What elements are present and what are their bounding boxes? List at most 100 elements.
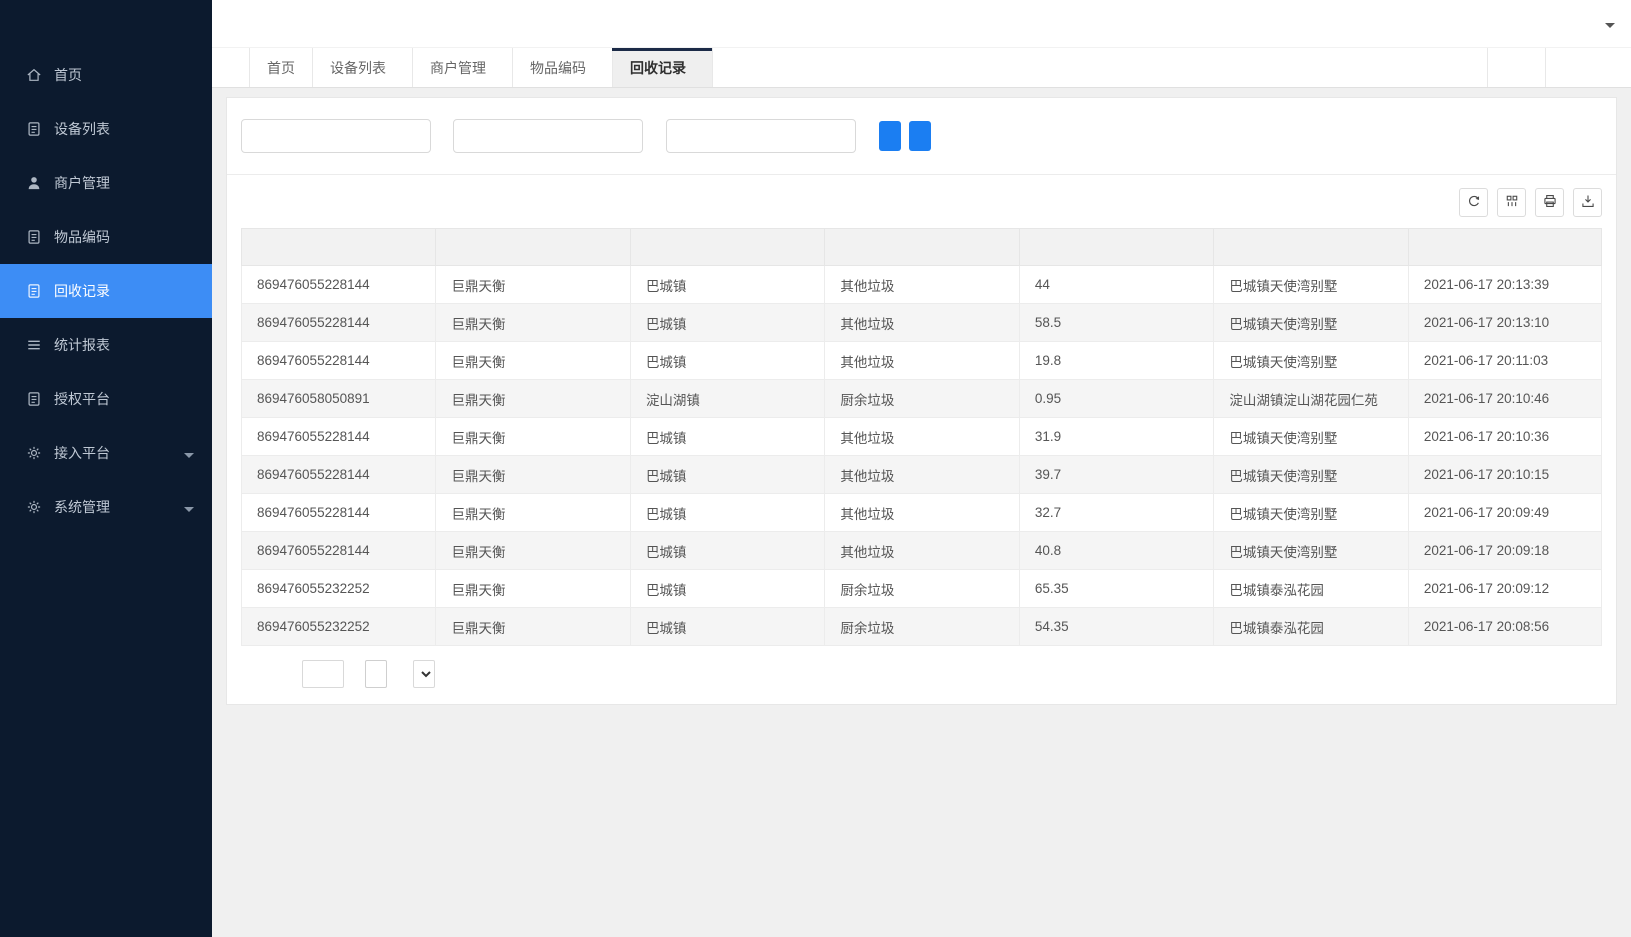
cell-merchant: 巴城镇 bbox=[630, 608, 824, 646]
column-header[interactable] bbox=[242, 229, 436, 266]
tab-label: 回收记录 bbox=[630, 58, 686, 78]
doc-icon bbox=[25, 228, 43, 246]
table-row[interactable]: 869476055228144 巨鼎天衡 巴城镇 其他垃圾 19.8 巴城镇天使… bbox=[242, 342, 1602, 380]
refresh-button[interactable] bbox=[1459, 188, 1488, 217]
cell-device-name: 巨鼎天衡 bbox=[436, 342, 630, 380]
caret-down-icon bbox=[184, 507, 194, 512]
table-row[interactable]: 869476055228144 巨鼎天衡 巴城镇 其他垃圾 58.5 巴城镇天使… bbox=[242, 304, 1602, 342]
add-button[interactable] bbox=[909, 121, 931, 151]
cell-item-code: 其他垃圾 bbox=[825, 266, 1019, 304]
table-row[interactable]: 869476055228144 巨鼎天衡 巴城镇 其他垃圾 39.7 巴城镇天使… bbox=[242, 456, 1602, 494]
cell-recycle-time: 2021-06-17 20:10:36 bbox=[1408, 418, 1601, 456]
print-button[interactable] bbox=[1535, 188, 1564, 217]
cell-device-name: 巨鼎天衡 bbox=[436, 494, 630, 532]
goto-confirm-button[interactable] bbox=[365, 660, 387, 688]
doc-icon bbox=[25, 120, 43, 138]
cell-address: 巴城镇天使湾别墅 bbox=[1214, 418, 1408, 456]
device-name-input[interactable] bbox=[666, 119, 856, 153]
sidebar-item[interactable]: 统计报表 bbox=[0, 318, 212, 372]
list-icon bbox=[25, 336, 43, 354]
sidebar-item[interactable]: 物品编码 bbox=[0, 210, 212, 264]
cell-device-no: 869476055228144 bbox=[242, 342, 436, 380]
table-row[interactable]: 869476055232252 巨鼎天衡 巴城镇 厨余垃圾 65.35 巴城镇泰… bbox=[242, 570, 1602, 608]
tab-label: 商户管理 bbox=[430, 58, 486, 78]
table-row[interactable]: 869476055232252 巨鼎天衡 巴城镇 厨余垃圾 54.35 巴城镇泰… bbox=[242, 608, 1602, 646]
cell-weight: 44 bbox=[1019, 266, 1213, 304]
tab[interactable]: 商户管理 bbox=[413, 48, 513, 87]
column-header[interactable] bbox=[825, 229, 1019, 266]
column-header[interactable] bbox=[436, 229, 630, 266]
sidebar-item[interactable]: 系统管理 bbox=[0, 480, 212, 534]
table-row[interactable]: 869476055228144 巨鼎天衡 巴城镇 其他垃圾 44 巴城镇天使湾别… bbox=[242, 266, 1602, 304]
tab[interactable]: 首页 bbox=[250, 48, 313, 87]
cell-address: 巴城镇天使湾别墅 bbox=[1214, 266, 1408, 304]
sidebar: 首页 设备列表 商户管理 物品编码 回收记录 统计报表 授权平台 接入平台 系统… bbox=[0, 0, 212, 937]
cell-device-name: 巨鼎天衡 bbox=[436, 418, 630, 456]
cell-address: 巴城镇泰泓花园 bbox=[1214, 570, 1408, 608]
user-icon bbox=[25, 174, 43, 192]
user-menu[interactable] bbox=[1596, 21, 1615, 26]
cell-address: 巴城镇天使湾别墅 bbox=[1214, 456, 1408, 494]
cell-merchant: 巴城镇 bbox=[630, 494, 824, 532]
sidebar-item[interactable]: 设备列表 bbox=[0, 102, 212, 156]
cell-weight: 32.7 bbox=[1019, 494, 1213, 532]
tab[interactable]: 回收记录 bbox=[613, 48, 713, 87]
sidebar-item[interactable]: 回收记录 bbox=[0, 264, 212, 318]
pagination bbox=[241, 646, 1602, 704]
goto-page-input[interactable] bbox=[302, 660, 344, 688]
tabs-scroll-left-button[interactable] bbox=[212, 48, 250, 87]
cell-merchant: 巴城镇 bbox=[630, 570, 824, 608]
device-no-input[interactable] bbox=[453, 119, 643, 153]
cell-merchant: 巴城镇 bbox=[630, 418, 824, 456]
sidebar-item[interactable]: 商户管理 bbox=[0, 156, 212, 210]
sidebar-item[interactable]: 接入平台 bbox=[0, 426, 212, 480]
sidebar-toggle-button[interactable] bbox=[239, 13, 261, 35]
tabs-scroll-right-button[interactable] bbox=[1487, 48, 1545, 87]
tabs-menu-button[interactable] bbox=[1545, 48, 1631, 87]
query-button[interactable] bbox=[879, 121, 901, 151]
cell-device-no: 869476055232252 bbox=[242, 570, 436, 608]
column-header[interactable] bbox=[1019, 229, 1213, 266]
sidebar-item-label: 授权平台 bbox=[54, 389, 110, 409]
table-row[interactable]: 869476055228144 巨鼎天衡 巴城镇 其他垃圾 40.8 巴城镇天使… bbox=[242, 532, 1602, 570]
cell-item-code: 厨余垃圾 bbox=[825, 570, 1019, 608]
brand-title bbox=[0, 0, 212, 48]
sidebar-item-label: 接入平台 bbox=[54, 443, 110, 463]
cell-recycle-time: 2021-06-17 20:09:12 bbox=[1408, 570, 1601, 608]
column-header[interactable] bbox=[630, 229, 824, 266]
cell-merchant: 巴城镇 bbox=[630, 304, 824, 342]
cell-merchant: 巴城镇 bbox=[630, 532, 824, 570]
sidebar-menu: 首页 设备列表 商户管理 物品编码 回收记录 统计报表 授权平台 接入平台 系统… bbox=[0, 48, 212, 534]
sidebar-item-label: 回收记录 bbox=[54, 281, 110, 301]
page-content: 869476055228144 巨鼎天衡 巴城镇 其他垃圾 44 巴城镇天使湾别… bbox=[212, 88, 1631, 937]
tab-label: 物品编码 bbox=[530, 58, 586, 78]
cell-weight: 39.7 bbox=[1019, 456, 1213, 494]
tab[interactable]: 物品编码 bbox=[513, 48, 613, 87]
column-header[interactable] bbox=[1408, 229, 1601, 266]
cell-recycle-time: 2021-06-17 20:09:18 bbox=[1408, 532, 1601, 570]
table-row[interactable]: 869476055228144 巨鼎天衡 巴城镇 其他垃圾 32.7 巴城镇天使… bbox=[242, 494, 1602, 532]
date-range-input[interactable] bbox=[241, 119, 431, 153]
refresh-icon bbox=[1466, 193, 1482, 212]
table-body: 869476055228144 巨鼎天衡 巴城镇 其他垃圾 44 巴城镇天使湾别… bbox=[242, 266, 1602, 646]
cell-device-name: 巨鼎天衡 bbox=[436, 266, 630, 304]
table-row[interactable]: 869476055228144 巨鼎天衡 巴城镇 其他垃圾 31.9 巴城镇天使… bbox=[242, 418, 1602, 456]
cell-device-no: 869476055228144 bbox=[242, 266, 436, 304]
column-header[interactable] bbox=[1214, 229, 1408, 266]
cell-weight: 31.9 bbox=[1019, 418, 1213, 456]
columns-icon bbox=[1504, 193, 1520, 212]
sidebar-item[interactable]: 授权平台 bbox=[0, 372, 212, 426]
cell-item-code: 厨余垃圾 bbox=[825, 380, 1019, 418]
sidebar-item-label: 首页 bbox=[54, 65, 82, 85]
cell-device-no: 869476058050891 bbox=[242, 380, 436, 418]
sidebar-item[interactable]: 首页 bbox=[0, 48, 212, 102]
table-row[interactable]: 869476058050891 巨鼎天衡 淀山湖镇 厨余垃圾 0.95 淀山湖镇… bbox=[242, 380, 1602, 418]
tab[interactable]: 设备列表 bbox=[313, 48, 413, 87]
download-button[interactable] bbox=[1573, 188, 1602, 217]
page-size-select[interactable] bbox=[413, 660, 435, 688]
cell-device-no: 869476055228144 bbox=[242, 532, 436, 570]
columns-button[interactable] bbox=[1497, 188, 1526, 217]
cell-recycle-time: 2021-06-17 20:10:15 bbox=[1408, 456, 1601, 494]
cell-device-name: 巨鼎天衡 bbox=[436, 304, 630, 342]
open-tabs: 首页 设备列表 商户管理 物品编码 回收记录 bbox=[250, 48, 713, 87]
